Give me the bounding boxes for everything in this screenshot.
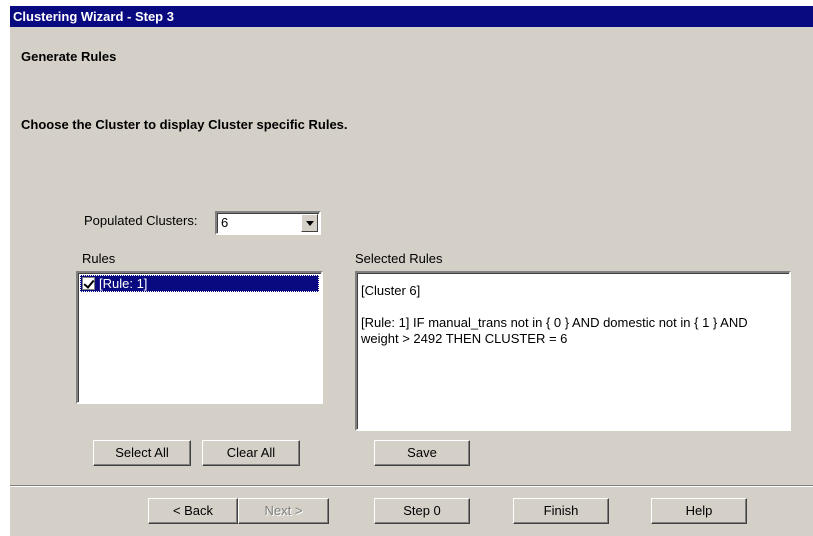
populated-clusters-select[interactable]: 6: [215, 211, 321, 235]
instruction-text: Choose the Cluster to display Cluster sp…: [21, 117, 348, 132]
title-bar: Clustering Wizard - Step 3: [10, 6, 813, 27]
rules-label: Rules: [82, 251, 116, 266]
chevron-down-icon[interactable]: [301, 214, 318, 232]
step0-button[interactable]: Step 0: [374, 498, 470, 524]
rule-label: [Rule: 1]: [99, 276, 148, 291]
separator-line: [10, 485, 813, 487]
selected-rule-cluster: [Cluster 6]: [361, 283, 421, 298]
help-button[interactable]: Help: [651, 498, 747, 524]
next-button[interactable]: Next >: [238, 498, 329, 524]
populated-clusters-label: Populated Clusters:: [84, 213, 198, 228]
rule-checkbox[interactable]: [82, 277, 95, 290]
clear-all-button[interactable]: Clear All: [202, 440, 300, 466]
clustering-wizard-window: Clustering Wizard - Step 3 Generate Rule…: [10, 6, 813, 536]
section-title: Generate Rules: [21, 49, 117, 64]
selected-rule-text-2: weight > 2492 THEN CLUSTER = 6: [361, 331, 568, 346]
save-button[interactable]: Save: [374, 440, 470, 466]
finish-button[interactable]: Finish: [513, 498, 609, 524]
rules-list[interactable]: [Rule: 1]: [76, 271, 323, 404]
back-button[interactable]: < Back: [148, 498, 238, 524]
selected-rules-textbox[interactable]: [Cluster 6] [Rule: 1] IF manual_trans no…: [355, 271, 791, 431]
selected-rules-label: Selected Rules: [355, 251, 443, 266]
populated-clusters-value: 6: [221, 215, 229, 230]
selected-rule-text-1: [Rule: 1] IF manual_trans not in { 0 } A…: [361, 315, 748, 330]
list-item[interactable]: [Rule: 1]: [80, 275, 319, 292]
select-all-button[interactable]: Select All: [93, 440, 191, 466]
